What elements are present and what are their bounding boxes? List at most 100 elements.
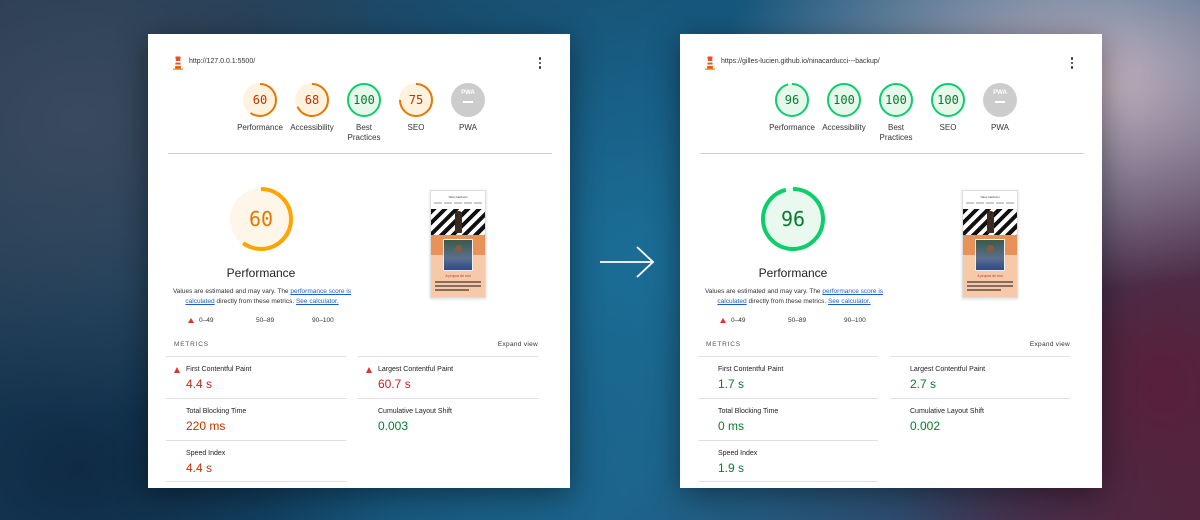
thumbnail-caption: A propos de moi — [445, 274, 471, 278]
metric-name: Total Blocking Time — [718, 408, 779, 415]
url-bar: https://gilles-lucien.github.io/ninacard… — [704, 56, 1078, 70]
score-gauge-accessibility[interactable]: 68 Accessibility — [286, 82, 338, 133]
performance-description: Values are estimated and may vary. The p… — [172, 288, 352, 305]
metrics-header: METRICS Expand view — [174, 341, 538, 351]
report-url[interactable]: https://gilles-lucien.github.io/ninacard… — [721, 58, 880, 65]
divider — [166, 481, 346, 482]
metric-value: 1.9 s — [718, 461, 745, 475]
performance-label: Performance — [237, 123, 283, 132]
metric-largest-contentful-paint: Largest Contentful Paint 60.7 s — [358, 356, 538, 398]
metrics-title: METRICS — [706, 341, 741, 348]
fail-triangle-icon — [188, 318, 194, 323]
legend-fail: 0–49 — [720, 317, 745, 324]
fail-triangle-icon — [366, 367, 372, 373]
thumbnail-title: Nina Carducci — [448, 195, 468, 199]
metric-name: Largest Contentful Paint — [910, 366, 986, 373]
accessibility-label: Accessibility — [822, 123, 866, 132]
accessibility-score: 100 — [833, 93, 855, 107]
page-screenshot-thumbnail[interactable]: Nina Carducci A propos de moi — [962, 190, 1018, 298]
thumbnail-portrait-head — [987, 245, 994, 253]
best-practices-ring: 100 — [346, 82, 382, 118]
score-gauge-performance[interactable]: 60 Performance — [234, 82, 286, 133]
see-calculator-link[interactable]: See calculator. — [296, 298, 339, 305]
seo-label: SEO — [407, 123, 425, 132]
thumbnail-text-line — [967, 281, 1013, 283]
seo-ring: 75 — [398, 82, 434, 118]
metric-value: 2.7 s — [910, 377, 937, 391]
performance-ring: 60 — [242, 82, 278, 118]
metric-name: Total Blocking Time — [186, 408, 247, 415]
performance-description: Values are estimated and may vary. The p… — [704, 288, 884, 305]
arrow-right-icon — [600, 246, 655, 278]
performance-title: Performance — [758, 266, 828, 280]
divider — [700, 153, 1084, 154]
thumbnail-text-line — [967, 289, 1001, 291]
thumbnail-text-line — [435, 289, 469, 291]
performance-ring: 96 — [774, 82, 810, 118]
pwa-dash-icon — [995, 101, 1005, 103]
metric-name: Cumulative Layout Shift — [910, 408, 984, 415]
score-gauge-pwa[interactable]: PWA PWA — [974, 82, 1026, 133]
divider — [168, 153, 552, 154]
thumbnail-title: Nina Carducci — [980, 195, 1000, 199]
seo-score: 75 — [408, 93, 424, 107]
score-gauge-best-practices[interactable]: 100 Best Practices — [870, 82, 922, 143]
thumbnail-nav — [966, 202, 1014, 204]
metric-first-contentful-paint: First Contentful Paint 1.7 s — [698, 356, 878, 398]
see-calculator-link[interactable]: See calculator. — [828, 298, 871, 305]
url-bar: http://127.0.0.1:5500/ — [172, 56, 546, 70]
metrics-header: METRICS Expand view — [706, 341, 1070, 351]
score-gauges: 60 Performance 68 Accessibility 100 Best Pract… — [234, 82, 494, 146]
expand-view-button[interactable]: Expand view — [1030, 341, 1070, 348]
best-practices-score: 100 — [353, 93, 375, 107]
metric-value: 1.7 s — [718, 377, 745, 391]
performance-gauge: 60 — [228, 186, 294, 252]
accessibility-label: Accessibility — [290, 123, 334, 132]
metric-name: First Contentful Paint — [186, 366, 252, 373]
score-gauge-seo[interactable]: 75 SEO — [390, 82, 442, 133]
pwa-ring: PWA — [450, 82, 486, 118]
best-practices-ring: 100 — [878, 82, 914, 118]
thumbnail-text-line — [435, 285, 481, 287]
best-practices-label: Best Practices — [879, 123, 913, 142]
pwa-label: PWA — [991, 123, 1009, 132]
legend-average: 50–89 — [788, 317, 807, 324]
score-gauge-best-practices[interactable]: 100 Best Practices — [338, 82, 390, 143]
pwa-badge-text: PWA — [461, 90, 475, 96]
metric-speed-index: Speed Index 1.9 s — [698, 440, 878, 482]
accessibility-ring: 100 — [826, 82, 862, 118]
metric-first-contentful-paint: First Contentful Paint 4.4 s — [166, 356, 346, 398]
metric-value: 0.003 — [378, 419, 409, 433]
expand-view-button[interactable]: Expand view — [498, 341, 538, 348]
metric-cumulative-layout-shift: Cumulative Layout Shift 0.002 — [890, 398, 1070, 440]
score-gauge-performance[interactable]: 96 Performance — [766, 82, 818, 133]
accessibility-score: 68 — [304, 93, 320, 107]
score-gauge-accessibility[interactable]: 100 Accessibility — [818, 82, 870, 133]
metric-value: 4.4 s — [186, 461, 213, 475]
lighthouse-logo-icon — [173, 56, 183, 70]
score-gauge-pwa[interactable]: PWA PWA — [442, 82, 494, 133]
thumbnail-portrait-head — [455, 245, 462, 253]
report-url[interactable]: http://127.0.0.1:5500/ — [189, 58, 255, 65]
pwa-ring: PWA — [982, 82, 1018, 118]
fail-triangle-icon — [720, 318, 726, 323]
thumbnail-portrait — [975, 239, 1005, 271]
best-practices-score: 100 — [885, 93, 907, 107]
thumbnail-portrait — [443, 239, 473, 271]
seo-ring: 100 — [930, 82, 966, 118]
page-screenshot-thumbnail[interactable]: Nina Carducci A propos de moi — [430, 190, 486, 298]
performance-score: 96 — [780, 207, 806, 231]
performance-label: Performance — [769, 123, 815, 132]
report-before: http://127.0.0.1:5500/ 60 Performance 68 Ac… — [148, 34, 570, 488]
metric-largest-contentful-paint: Largest Contentful Paint 2.7 s — [890, 356, 1070, 398]
metric-name: First Contentful Paint — [718, 366, 784, 373]
score-legend: 0–49 50–89 90–100 — [188, 317, 348, 327]
score-gauges: 96 Performance 100 Accessibility 100 Best Prac… — [766, 82, 1026, 146]
score-gauge-seo[interactable]: 100 SEO — [922, 82, 974, 133]
metric-value: 0 ms — [718, 419, 745, 433]
more-menu-icon[interactable] — [1068, 56, 1076, 70]
divider — [698, 481, 878, 482]
metric-name: Speed Index — [186, 450, 226, 457]
metric-speed-index: Speed Index 4.4 s — [166, 440, 346, 482]
more-menu-icon[interactable] — [536, 56, 544, 70]
